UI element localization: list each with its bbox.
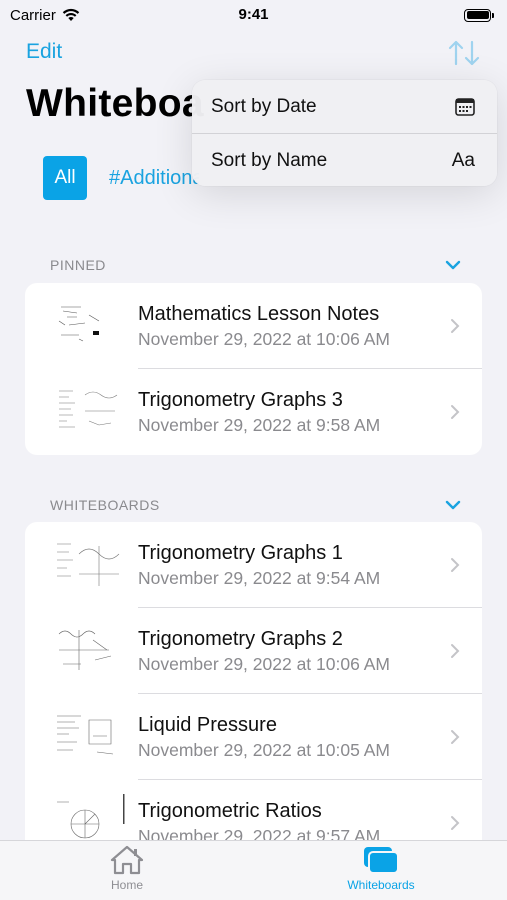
item-date: November 29, 2022 at 10:06 AM [138,654,390,674]
list-item[interactable]: Trigonometry Graphs 3 November 29, 2022 … [25,369,482,455]
whiteboard-thumbnail [57,543,120,586]
chevron-right-icon [451,558,460,572]
filter-all-chip[interactable]: All [43,156,87,200]
filter-all-label: All [54,167,76,188]
calendar-icon [455,97,475,116]
chevron-down-icon[interactable] [444,499,462,511]
chevron-right-icon [451,405,460,419]
list-item[interactable]: Trigonometry Graphs 2 November 29, 2022 … [25,608,482,694]
filter-tag-chip[interactable]: #Additional [109,167,199,190]
item-date: November 29, 2022 at 10:05 AM [138,740,390,760]
item-title: Trigonometry Graphs 2 [138,628,343,650]
section-header-whiteboards: WHITEBOARDS [50,497,462,513]
tab-whiteboards-label: Whiteboards [347,878,415,892]
whiteboard-thumbnail [59,390,118,428]
item-date: November 29, 2022 at 9:54 AM [138,568,381,588]
item-title: Trigonometry Graphs 3 [138,389,343,411]
whiteboard-thumbnail [57,715,114,755]
whiteboard-thumbnail [58,630,112,670]
section-header-label: WHITEBOARDS [50,497,160,513]
sort-menu: Sort by Date Sort by Name Aa [192,80,497,186]
whiteboard-thumbnail [58,306,100,342]
whiteboards-list: Trigonometry Graphs 1 November 29, 2022 … [25,522,482,852]
section-header-label: PINNED [50,257,106,273]
house-icon [110,845,144,875]
sort-icon[interactable] [446,36,482,70]
menu-item-sort-by-date[interactable]: Sort by Date [192,80,497,133]
item-date: November 29, 2022 at 10:06 AM [138,329,390,349]
chevron-down-icon[interactable] [444,259,462,271]
chevron-right-icon [451,644,460,658]
whiteboards-icon [364,847,399,874]
tab-home-label: Home [110,878,143,892]
item-title: Liquid Pressure [138,714,277,736]
tab-bar: Home Whiteboards [0,840,507,900]
filter-row: All #Additional [43,156,199,200]
chevron-right-icon [451,319,460,333]
edit-button[interactable]: Edit [26,40,62,64]
tab-whiteboards[interactable]: Whiteboards [336,845,426,892]
item-title: Trigonometric Ratios [138,800,322,822]
text-format-icon: Aa [451,149,475,171]
menu-item-label: Sort by Date [211,95,317,117]
page-title: Whiteboards [26,82,206,125]
section-header-pinned: PINNED [50,257,462,273]
menu-item-sort-by-name[interactable]: Sort by Name Aa [192,134,497,186]
item-date: November 29, 2022 at 9:58 AM [138,415,381,435]
list-item[interactable]: Trigonometry Graphs 1 November 29, 2022 … [25,522,482,608]
item-title: Trigonometry Graphs 1 [138,542,343,564]
pinned-list: Mathematics Lesson Notes November 29, 20… [25,283,482,455]
menu-item-label: Sort by Name [211,149,328,171]
tab-home[interactable]: Home [100,845,154,892]
item-title: Mathematics Lesson Notes [138,303,380,325]
list-item[interactable]: Mathematics Lesson Notes November 29, 20… [25,283,482,369]
chevron-right-icon [451,730,460,744]
chevron-right-icon [451,816,460,830]
status-time: 9:41 [238,6,269,23]
list-item[interactable]: Liquid Pressure November 29, 2022 at 10:… [25,694,482,780]
